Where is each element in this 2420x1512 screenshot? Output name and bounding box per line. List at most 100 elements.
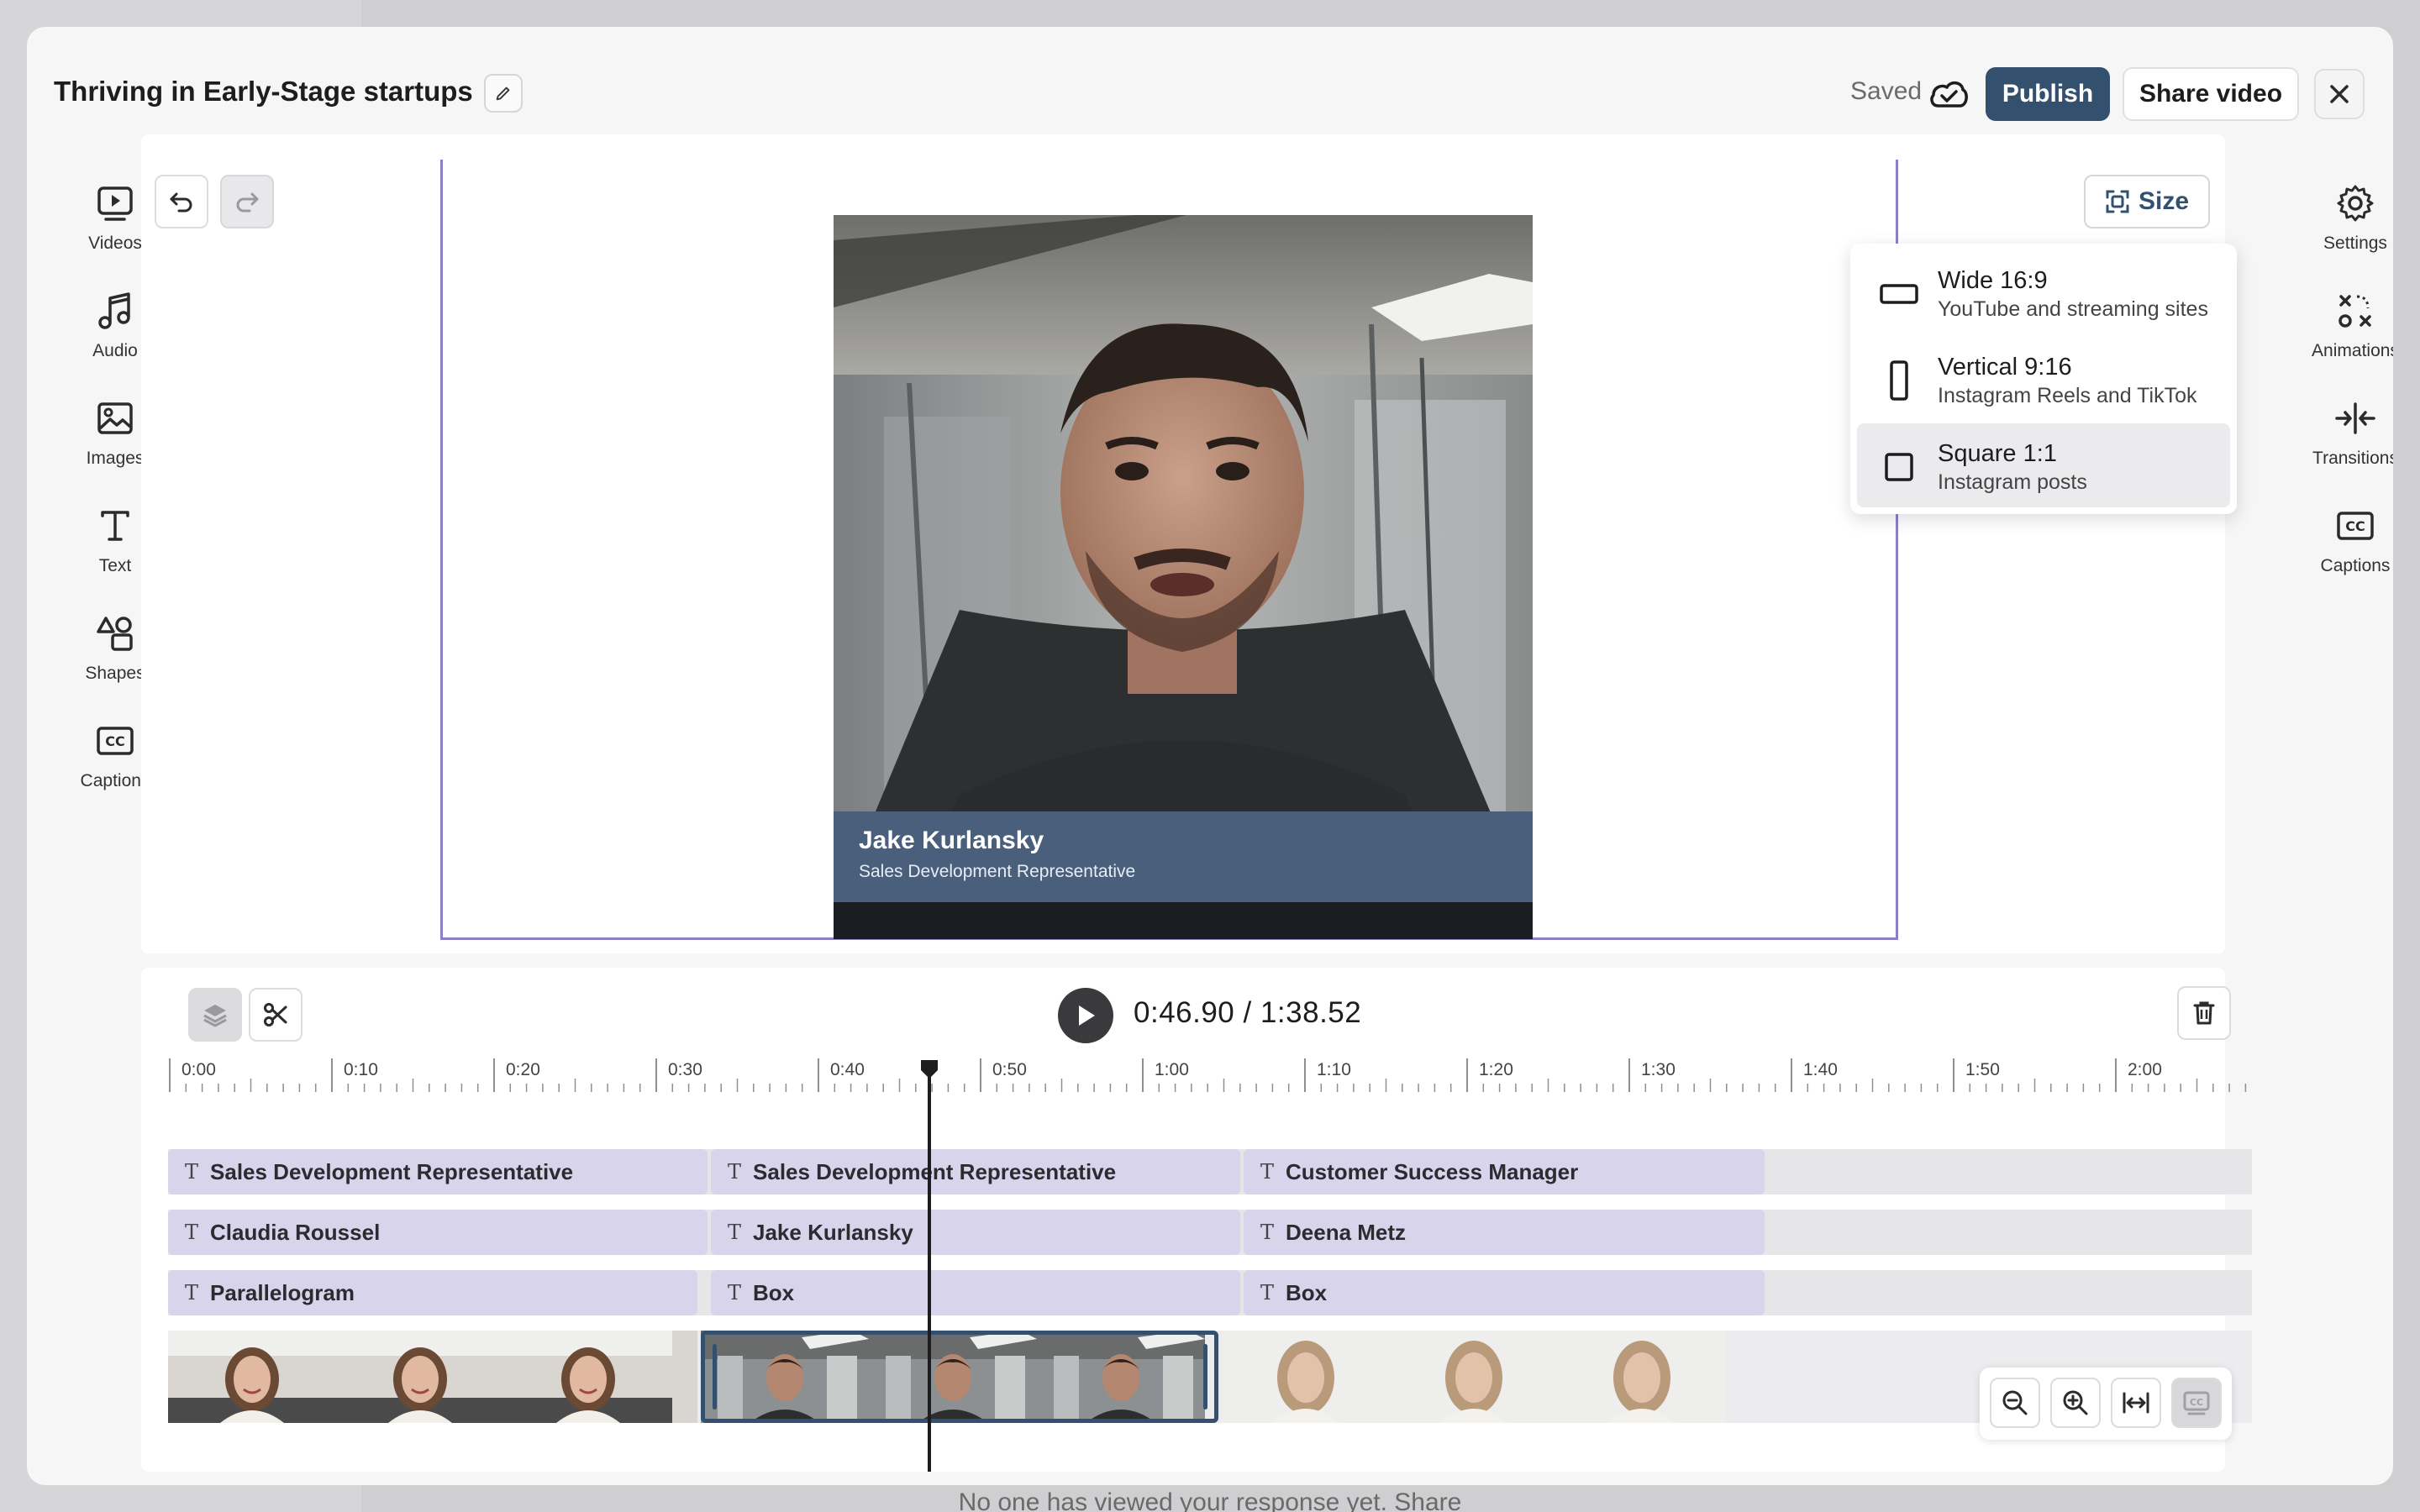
size-option-title: Wide 16:9 — [1938, 267, 2048, 294]
shape-clip[interactable]: T Box — [711, 1270, 1240, 1315]
sidebar-item-settings[interactable]: Settings — [2292, 180, 2393, 272]
close-icon — [2330, 85, 2349, 103]
sidebar-item-captions-right[interactable]: CC Captions — [2292, 502, 2393, 595]
sidebar-label: Shapes — [85, 664, 145, 683]
text-type-icon: T — [1260, 1221, 1275, 1244]
text-clip[interactable]: T Customer Success Manager — [1244, 1149, 1765, 1194]
timecode: 0:46.90 / 1:38.52 — [1134, 996, 1362, 1029]
ruler-label: 1:40 — [1803, 1060, 1838, 1079]
play-button[interactable] — [1058, 988, 1113, 1043]
edit-title-button[interactable] — [484, 74, 523, 113]
sidebar-label: Images — [86, 449, 145, 468]
square-icon — [1879, 447, 1919, 487]
text-type-icon: T — [185, 1281, 199, 1305]
clip-label: Jake Kurlansky — [753, 1219, 913, 1245]
text-clip[interactable]: T Sales Development Representative — [711, 1149, 1240, 1194]
video-clip-deena[interactable] — [1222, 1331, 1743, 1423]
size-option-subtitle: YouTube and streaming sites — [1938, 297, 2208, 321]
sidebar-label: Animations — [2312, 341, 2393, 360]
text-clip[interactable]: T Deena Metz — [1244, 1210, 1765, 1255]
sidebar-label: Captions — [80, 771, 150, 790]
videos-icon — [92, 180, 139, 227]
clip-label: Deena Metz — [1286, 1219, 1407, 1245]
text-type-icon: T — [185, 1221, 199, 1244]
size-button[interactable]: Size — [2084, 175, 2210, 228]
saved-status: Saved — [1850, 77, 1923, 105]
text-type-icon: T — [728, 1281, 742, 1305]
zoom-in-button[interactable] — [2050, 1378, 2101, 1428]
size-option-title: Vertical 9:16 — [1938, 354, 2072, 381]
captions-track-button[interactable]: CC — [2171, 1378, 2222, 1428]
shapes-icon — [92, 610, 139, 657]
zoom-in-icon — [2063, 1390, 2088, 1415]
size-option-square[interactable]: Square 1:1 Instagram posts — [1857, 423, 2230, 507]
clip-label: Customer Success Manager — [1286, 1158, 1579, 1184]
captions-icon: CC — [2332, 502, 2379, 549]
audio-icon — [92, 287, 139, 334]
trim-handle-left[interactable] — [713, 1344, 717, 1410]
cloud-check-icon — [1928, 72, 1970, 114]
video-bottom-strip — [834, 902, 1533, 939]
share-video-button[interactable]: Share video — [2123, 67, 2299, 121]
split-button[interactable] — [249, 988, 302, 1042]
text-type-icon: T — [185, 1160, 199, 1184]
svg-text:CC: CC — [2345, 518, 2365, 534]
video-clip-claudia[interactable] — [168, 1329, 697, 1425]
trash-icon — [2193, 1001, 2215, 1025]
text-icon — [92, 502, 139, 549]
svg-text:CC: CC — [2190, 1397, 2203, 1408]
delete-button[interactable] — [2177, 986, 2231, 1040]
captions-icon: CC — [2183, 1391, 2210, 1415]
sidebar-item-animations[interactable]: Animations — [2292, 287, 2393, 380]
text-clip[interactable]: T Claudia Roussel — [168, 1210, 708, 1255]
sidebar-label: Transitions — [2312, 449, 2393, 468]
clip-label: Box — [753, 1279, 795, 1305]
layers-button[interactable] — [188, 988, 242, 1042]
close-button[interactable] — [2314, 69, 2365, 119]
text-type-icon: T — [1260, 1160, 1275, 1184]
size-option-title: Square 1:1 — [1938, 440, 2057, 467]
text-type-icon: T — [728, 1160, 742, 1184]
lower-third-role: Sales Development Representative — [859, 862, 1136, 881]
text-clip[interactable]: T Sales Development Representative — [168, 1149, 708, 1194]
ruler-label: 0:30 — [668, 1060, 702, 1079]
svg-text:CC: CC — [105, 733, 124, 749]
zoom-out-icon — [2002, 1390, 2028, 1415]
vertical-rect-icon — [1879, 360, 1919, 401]
lower-third-overlay[interactable]: Jake Kurlansky Sales Development Represe… — [834, 811, 1533, 902]
undo-icon — [170, 192, 192, 213]
sidebar-label: Videos — [88, 234, 142, 253]
ruler-label: 1:30 — [1641, 1060, 1676, 1079]
fit-timeline-button[interactable] — [2111, 1378, 2161, 1428]
captions-icon: CC — [92, 717, 139, 764]
ruler-label: 1:00 — [1155, 1060, 1189, 1079]
page-title: Thriving in Early-Stage startups — [54, 76, 473, 107]
text-type-icon: T — [1260, 1281, 1275, 1305]
redo-button[interactable] — [220, 175, 274, 228]
ruler-label: 2:00 — [2128, 1060, 2162, 1079]
ruler-label: 0:10 — [344, 1060, 378, 1079]
ruler-label: 0:20 — [506, 1060, 540, 1079]
ruler-label: 0:40 — [830, 1060, 865, 1079]
shape-clip[interactable]: T Box — [1244, 1270, 1765, 1315]
zoom-out-button[interactable] — [1990, 1378, 2040, 1428]
pencil-icon — [496, 87, 510, 101]
timeline-zoom-controls: CC — [1980, 1368, 2232, 1440]
size-option-wide[interactable]: Wide 16:9 YouTube and streaming sites — [1857, 250, 2230, 334]
playhead-handle[interactable] — [919, 1060, 939, 1079]
layers-icon — [203, 1005, 227, 1027]
text-clip[interactable]: T Jake Kurlansky — [711, 1210, 1240, 1255]
video-preview[interactable] — [834, 215, 1533, 912]
undo-button[interactable] — [155, 175, 208, 228]
sidebar-item-transitions[interactable]: Transitions — [2292, 395, 2393, 487]
shape-clip[interactable]: T Parallelogram — [168, 1270, 697, 1315]
publish-button[interactable]: Publish — [1986, 67, 2110, 121]
playhead[interactable] — [928, 1060, 931, 1472]
trim-handle-right[interactable] — [1203, 1344, 1207, 1410]
gear-icon — [2332, 180, 2379, 227]
play-icon — [1079, 1005, 1095, 1026]
clip-label: Claudia Roussel — [210, 1219, 381, 1245]
ruler-label: 1:10 — [1317, 1060, 1351, 1079]
time-ruler[interactable]: 0:00 0:10 0:20 0:30 0:40 0:50 1:00 1:10 1:20 1:30… — [168, 1055, 2252, 1097]
size-option-vertical[interactable]: Vertical 9:16 Instagram Reels and TikTok — [1857, 337, 2230, 421]
